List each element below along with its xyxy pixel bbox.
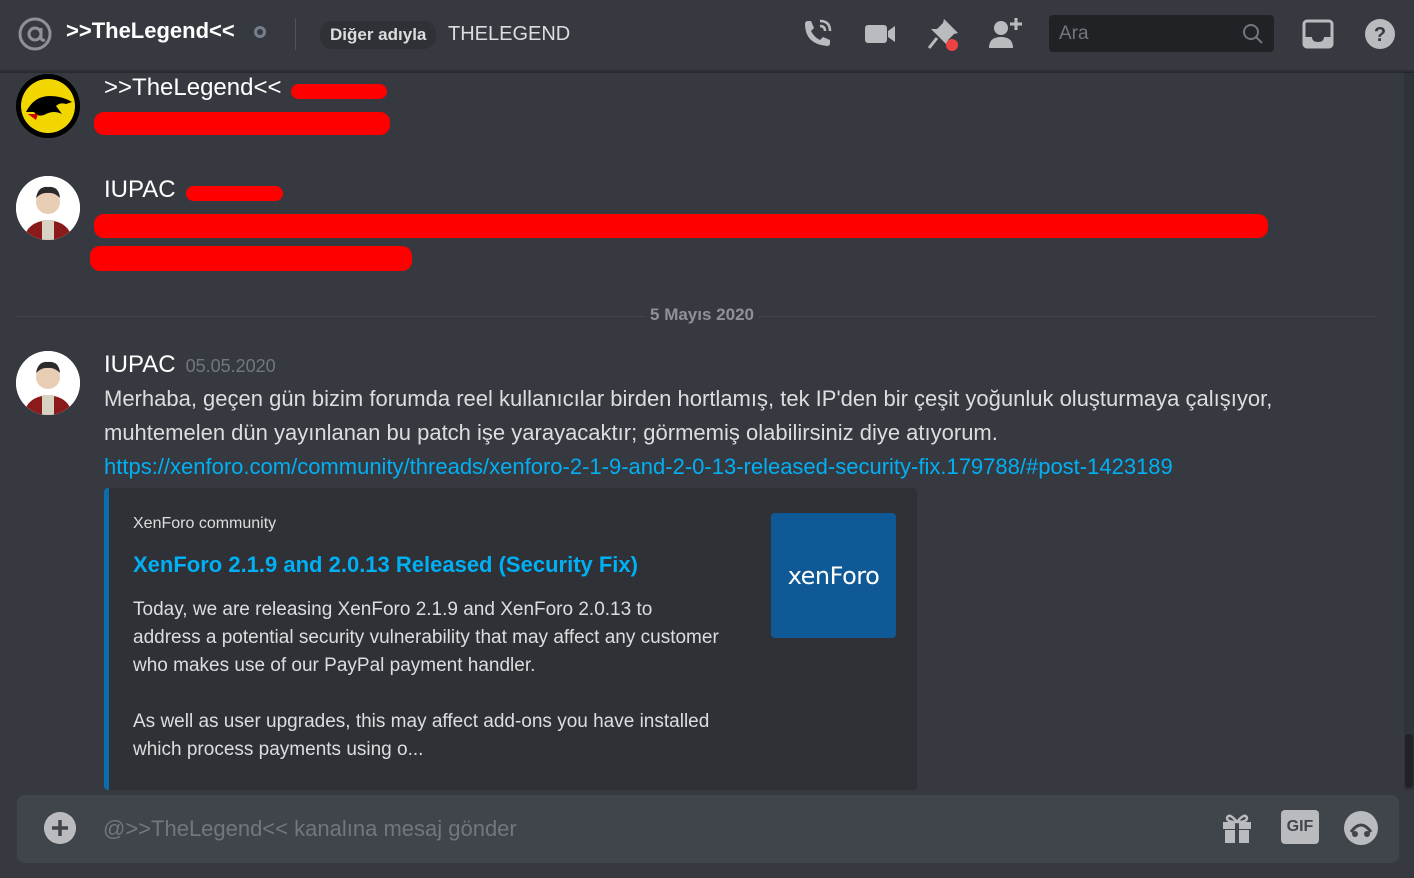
- redaction-mark: [90, 246, 412, 271]
- emoji-icon[interactable]: [1343, 810, 1379, 846]
- redaction-mark: [94, 112, 390, 135]
- day-separator-label: 5 Mayıs 2020: [646, 305, 758, 324]
- embed-provider[interactable]: XenForo community: [133, 515, 276, 533]
- redaction-mark: [94, 214, 1268, 238]
- gif-icon[interactable]: GIF: [1281, 810, 1319, 844]
- search-box[interactable]: [1049, 15, 1274, 52]
- user-avatar-icon: [16, 351, 80, 415]
- gif-label: GIF: [1286, 818, 1314, 835]
- add-friend-icon[interactable]: [987, 16, 1023, 52]
- day-separator: 5 Mayıs 2020: [0, 305, 1404, 325]
- embed-title[interactable]: XenForo 2.1.9 and 2.0.13 Released (Secur…: [133, 552, 638, 578]
- thundercats-logo-icon: [16, 74, 80, 138]
- pin-icon[interactable]: [925, 16, 961, 52]
- message-composer: GIF: [17, 795, 1399, 863]
- channel-title: >>TheLegend<<: [66, 18, 235, 43]
- redaction-mark: [291, 84, 387, 99]
- phone-call-icon[interactable]: [799, 16, 835, 52]
- message-author[interactable]: >>TheLegend<<: [104, 74, 282, 102]
- scrollbar-track[interactable]: [1404, 72, 1414, 790]
- message-author[interactable]: IUPAC: [104, 176, 176, 204]
- user-avatar-icon: [16, 176, 80, 240]
- at-icon: [18, 17, 52, 51]
- message-timestamp[interactable]: 05.05.2020: [186, 356, 276, 376]
- avatar[interactable]: [16, 74, 80, 138]
- search-input[interactable]: [1049, 15, 1249, 52]
- alias-label: Diğer adıyla: [320, 21, 437, 49]
- message-content: Merhaba, geçen gün bizim forumda reel ku…: [104, 386, 1273, 445]
- embed-description-paragraph: Today, we are releasing XenForo 2.1.9 an…: [133, 599, 719, 676]
- message-input[interactable]: [103, 795, 1183, 863]
- add-attachment-icon[interactable]: [44, 812, 76, 844]
- message-list: >>TheLegend<< IUPAC 5 Mayıs 2020 IUPAC 0…: [0, 72, 1404, 790]
- xenforo-logo-text: xenForo: [787, 561, 880, 590]
- alias-value: THELEGEND: [448, 23, 571, 45]
- avatar[interactable]: [16, 351, 80, 415]
- search-icon: [1243, 24, 1263, 44]
- avatar[interactable]: [16, 176, 80, 240]
- embed-thumbnail[interactable]: xenForo: [771, 513, 896, 638]
- gift-icon[interactable]: [1219, 810, 1255, 846]
- svg-text:?: ?: [1374, 24, 1386, 46]
- status-offline-icon: [254, 26, 266, 38]
- link-embed: XenForo community XenForo 2.1.9 and 2.0.…: [104, 488, 917, 790]
- embed-description: Today, we are releasing XenForo 2.1.9 an…: [133, 596, 723, 790]
- help-icon[interactable]: ?: [1362, 16, 1398, 52]
- video-camera-icon[interactable]: [862, 16, 898, 52]
- inbox-icon[interactable]: [1300, 16, 1336, 52]
- header-divider: [295, 18, 296, 50]
- embed-description-paragraph: As well as user upgrades, this may affec…: [133, 711, 710, 760]
- message-link[interactable]: https://xenforo.com/community/threads/xe…: [104, 450, 1173, 484]
- scrollbar-thumb[interactable]: [1405, 734, 1413, 788]
- message-header: IUPAC 05.05.2020: [104, 351, 276, 379]
- channel-header: >>TheLegend<< Diğer adıyla THELEGEND ?: [0, 0, 1414, 72]
- message-author[interactable]: IUPAC: [104, 351, 176, 378]
- redaction-mark: [186, 186, 283, 201]
